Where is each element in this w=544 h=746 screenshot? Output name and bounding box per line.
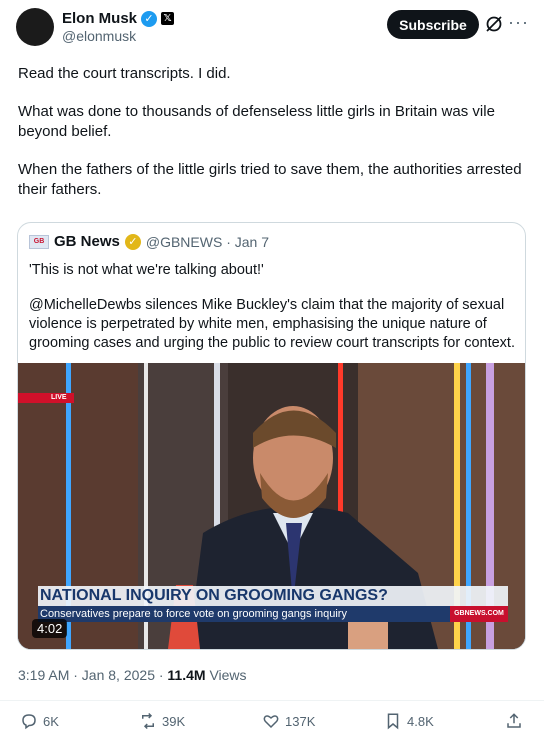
repost-count: 39K <box>162 713 186 729</box>
repost-icon <box>142 712 154 730</box>
tweet-header: Elon Musk ✓ 𝕏 @elonmusk Subscribe ··· <box>16 8 528 52</box>
quoted-tweet[interactable]: GB GB News ✓ @GBNEWS · Jan 7 'This is no… <box>17 222 526 650</box>
author-handle[interactable]: @elonmusk <box>62 28 136 44</box>
views-label: Views <box>205 667 247 683</box>
views-count: 11.4M <box>167 667 206 683</box>
reply-button[interactable]: 6K <box>20 712 59 730</box>
quoted-handle-date: @GBNEWS · Jan 7 <box>145 233 269 250</box>
repost-button[interactable]: 39K <box>139 712 185 730</box>
bookmark-button[interactable]: 4.8K <box>384 712 434 730</box>
news-ticker-headline: NATIONAL INQUIRY ON GROOMING GANGS? <box>38 586 508 606</box>
tweet-timestamp: 3:19 AM · Jan 8, 2025 · 11.4M Views <box>18 667 247 683</box>
bookmark-count: 4.8K <box>407 713 434 729</box>
quoted-author-name[interactable]: GB News <box>54 233 120 250</box>
video-duration: 4:02 <box>32 619 68 638</box>
video-player[interactable]: LIVE NATIONAL INQUIRY ON GROOMING GANGS?… <box>18 363 525 649</box>
verified-badge-icon: ✓ <box>141 10 158 27</box>
gold-verified-icon: ✓ <box>124 233 141 250</box>
tweet-text: Read the court transcripts. I did. What … <box>18 64 528 218</box>
share-icon <box>507 713 521 728</box>
subscribe-button[interactable]: Subscribe <box>387 10 479 39</box>
quoted-tweet-header: GB GB News ✓ @GBNEWS · Jan 7 <box>29 233 269 250</box>
action-bar: 6K 39K 137K 4.8K <box>0 700 544 740</box>
author-name-row: Elon Musk ✓ 𝕏 <box>62 10 175 27</box>
avatar[interactable] <box>16 8 54 46</box>
gb-news-logo: GB <box>29 234 49 249</box>
x-affiliate-icon: 𝕏 <box>161 12 175 25</box>
news-ticker-subline: Conservatives prepare to force vote on g… <box>38 606 450 622</box>
reply-count: 6K <box>43 713 59 729</box>
author-name[interactable]: Elon Musk <box>62 10 137 27</box>
reply-icon <box>22 714 36 730</box>
quoted-paragraph: @MichelleDewbs silences Mike Buckley's c… <box>29 297 515 351</box>
quoted-tweet-text: 'This is not what we're talking about!' … <box>29 261 517 369</box>
tweet-paragraph: Read the court transcripts. I did. <box>18 65 231 82</box>
heart-icon <box>263 715 279 729</box>
share-button[interactable] <box>505 712 523 730</box>
live-badge: LIVE <box>18 393 74 403</box>
quoted-paragraph: 'This is not what we're talking about!' <box>29 262 264 278</box>
grok-icon[interactable] <box>484 14 504 34</box>
tweet-time[interactable]: 3:19 AM · Jan 8, 2025 · <box>18 667 167 683</box>
like-button[interactable]: 137K <box>262 712 315 730</box>
news-ticker-site: GBNEWS.COM <box>450 606 508 622</box>
more-options-icon[interactable]: ··· <box>508 12 529 33</box>
like-count: 137K <box>285 713 316 729</box>
tweet-paragraph: When the fathers of the little girls tri… <box>18 161 522 198</box>
tweet-paragraph: What was done to thousands of defenseles… <box>18 103 495 140</box>
bookmark-icon <box>387 713 399 730</box>
